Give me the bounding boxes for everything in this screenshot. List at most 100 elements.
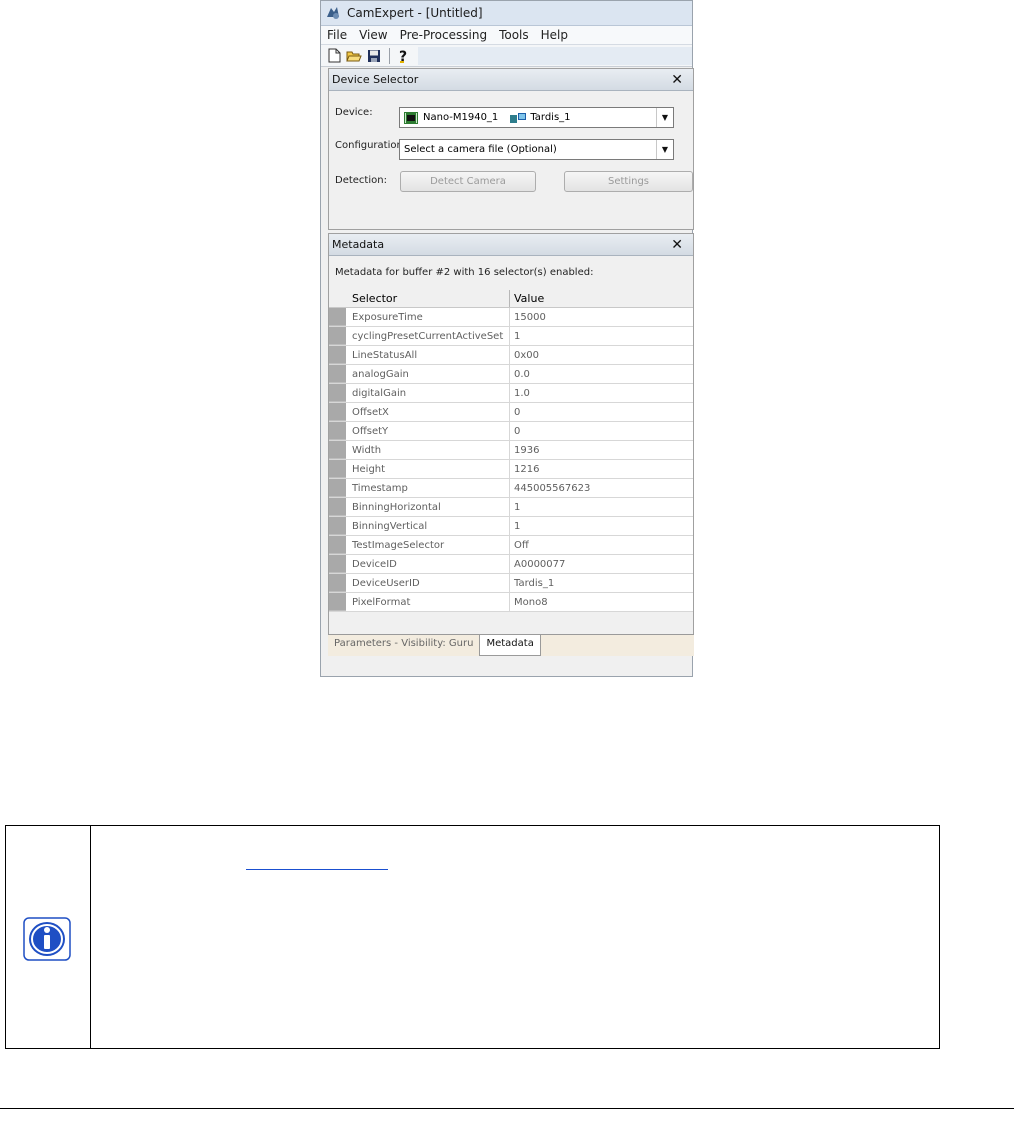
value-cell: 0x00 xyxy=(510,346,693,364)
selector-cell: ExposureTime xyxy=(346,308,510,326)
value-cell: 1 xyxy=(510,327,693,345)
menu-pre-processing[interactable]: Pre-Processing xyxy=(394,28,494,42)
value-cell: Off xyxy=(510,536,693,554)
row-header[interactable] xyxy=(329,498,346,516)
hyperlink-underline[interactable] xyxy=(246,869,388,870)
settings-button[interactable]: Settings xyxy=(564,171,693,192)
selector-cell: BinningVertical xyxy=(346,517,510,535)
camexpert-window: CamExpert - [Untitled] File View Pre-Pro… xyxy=(320,0,694,677)
row-header[interactable] xyxy=(329,308,346,326)
table-row[interactable]: Timestamp 445005567623 xyxy=(329,479,693,498)
row-header[interactable] xyxy=(329,422,346,440)
toolbar-filler xyxy=(418,46,692,65)
selector-cell: cyclingPresetCurrentActiveSet xyxy=(346,327,510,345)
value-cell: A0000077 xyxy=(510,555,693,573)
open-folder-icon[interactable] xyxy=(345,47,363,65)
row-header[interactable] xyxy=(329,593,346,611)
selector-cell: OffsetY xyxy=(346,422,510,440)
camera-board-icon xyxy=(404,111,418,124)
table-row[interactable]: Height 1216 xyxy=(329,460,693,479)
info-icon xyxy=(23,917,71,961)
table-row[interactable]: OffsetY 0 xyxy=(329,422,693,441)
device-dropdown[interactable]: Nano-M1940_1 Tardis_1 ▼ xyxy=(399,107,674,128)
table-row[interactable]: cyclingPresetCurrentActiveSet 1 xyxy=(329,327,693,346)
toolbar-separator xyxy=(389,47,390,64)
configuration-dropdown[interactable]: Select a camera file (Optional) ▼ xyxy=(399,139,674,160)
row-header[interactable] xyxy=(329,460,346,478)
grid-body: ExposureTime 15000 cyclingPresetCurrentAct… xyxy=(329,308,693,612)
detect-camera-button[interactable]: Detect Camera xyxy=(400,171,536,192)
value-cell: 0 xyxy=(510,403,693,421)
detection-row: Detection: xyxy=(335,175,399,186)
table-row[interactable]: OffsetX 0 xyxy=(329,403,693,422)
menu-view[interactable]: View xyxy=(353,28,393,42)
table-row[interactable]: analogGain 0.0 xyxy=(329,365,693,384)
device-selector-title: Device Selector xyxy=(332,73,419,86)
table-row[interactable]: ExposureTime 15000 xyxy=(329,308,693,327)
row-header[interactable] xyxy=(329,536,346,554)
row-header[interactable] xyxy=(329,517,346,535)
row-header[interactable] xyxy=(329,479,346,497)
table-row[interactable]: LineStatusAll 0x00 xyxy=(329,346,693,365)
row-header[interactable] xyxy=(329,346,346,364)
selector-cell: PixelFormat xyxy=(346,593,510,611)
menu-tools[interactable]: Tools xyxy=(493,28,535,42)
selector-cell: Width xyxy=(346,441,510,459)
row-header[interactable] xyxy=(329,574,346,592)
menu-bar: File View Pre-Processing Tools Help xyxy=(321,26,692,45)
row-header[interactable] xyxy=(329,327,346,345)
value-cell: 1216 xyxy=(510,460,693,478)
table-row[interactable]: TestImageSelector Off xyxy=(329,536,693,555)
new-file-icon[interactable] xyxy=(325,47,343,65)
device-selector-header: Device Selector ✕ xyxy=(329,69,693,91)
metadata-panel: Metadata ✕ Metadata for buffer #2 with 1… xyxy=(328,233,694,635)
row-header[interactable] xyxy=(329,384,346,402)
chevron-down-icon[interactable]: ▼ xyxy=(656,140,673,159)
table-row[interactable]: DeviceUserID Tardis_1 xyxy=(329,574,693,593)
menu-help[interactable]: Help xyxy=(535,28,574,42)
row-header[interactable] xyxy=(329,403,346,421)
help-icon[interactable]: ? xyxy=(394,47,412,65)
row-header[interactable] xyxy=(329,365,346,383)
row-header[interactable] xyxy=(329,441,346,459)
value-cell: 445005567623 xyxy=(510,479,693,497)
device-row: Device: xyxy=(335,107,399,118)
value-cell: 1 xyxy=(510,498,693,516)
metadata-grid: Selector Value ExposureTime 15000 cyclingP… xyxy=(329,290,693,612)
table-row[interactable]: BinningVertical 1 xyxy=(329,517,693,536)
value-cell: 1 xyxy=(510,517,693,535)
column-header-selector[interactable]: Selector xyxy=(346,290,510,307)
toolbar: ? xyxy=(321,45,692,67)
close-icon[interactable]: ✕ xyxy=(665,238,689,252)
window-title: CamExpert - [Untitled] xyxy=(347,6,483,20)
tab-metadata[interactable]: Metadata xyxy=(479,635,541,656)
configuration-label: Configuration: xyxy=(335,140,407,151)
configuration-value: Select a camera file (Optional) xyxy=(404,144,557,155)
column-header-value[interactable]: Value xyxy=(510,290,693,307)
chevron-down-icon[interactable]: ▼ xyxy=(656,108,673,127)
metadata-header: Metadata ✕ xyxy=(329,234,693,256)
table-row[interactable]: DeviceID A0000077 xyxy=(329,555,693,574)
close-icon[interactable]: ✕ xyxy=(665,73,689,87)
selector-cell: Height xyxy=(346,460,510,478)
value-cell: 15000 xyxy=(510,308,693,326)
device-value: Nano-M1940_1 xyxy=(423,112,499,123)
device-server-value: Tardis_1 xyxy=(530,112,571,123)
camexpert-app-icon xyxy=(327,7,339,19)
configuration-row: Configuration: xyxy=(335,140,407,151)
tab-parameters[interactable]: Parameters - Visibility: Guru xyxy=(328,635,479,654)
row-header[interactable] xyxy=(329,555,346,573)
title-bar: CamExpert - [Untitled] xyxy=(321,1,692,26)
menu-file[interactable]: File xyxy=(321,28,353,42)
save-icon[interactable] xyxy=(365,47,383,65)
selector-cell: DeviceUserID xyxy=(346,574,510,592)
table-row[interactable]: Width 1936 xyxy=(329,441,693,460)
note-divider xyxy=(90,826,91,1048)
selector-cell: digitalGain xyxy=(346,384,510,402)
value-cell: 0.0 xyxy=(510,365,693,383)
table-row[interactable]: BinningHorizontal 1 xyxy=(329,498,693,517)
device-label: Device: xyxy=(335,107,373,118)
table-row[interactable]: PixelFormat Mono8 xyxy=(329,593,693,612)
value-cell: Tardis_1 xyxy=(510,574,693,592)
table-row[interactable]: digitalGain 1.0 xyxy=(329,384,693,403)
